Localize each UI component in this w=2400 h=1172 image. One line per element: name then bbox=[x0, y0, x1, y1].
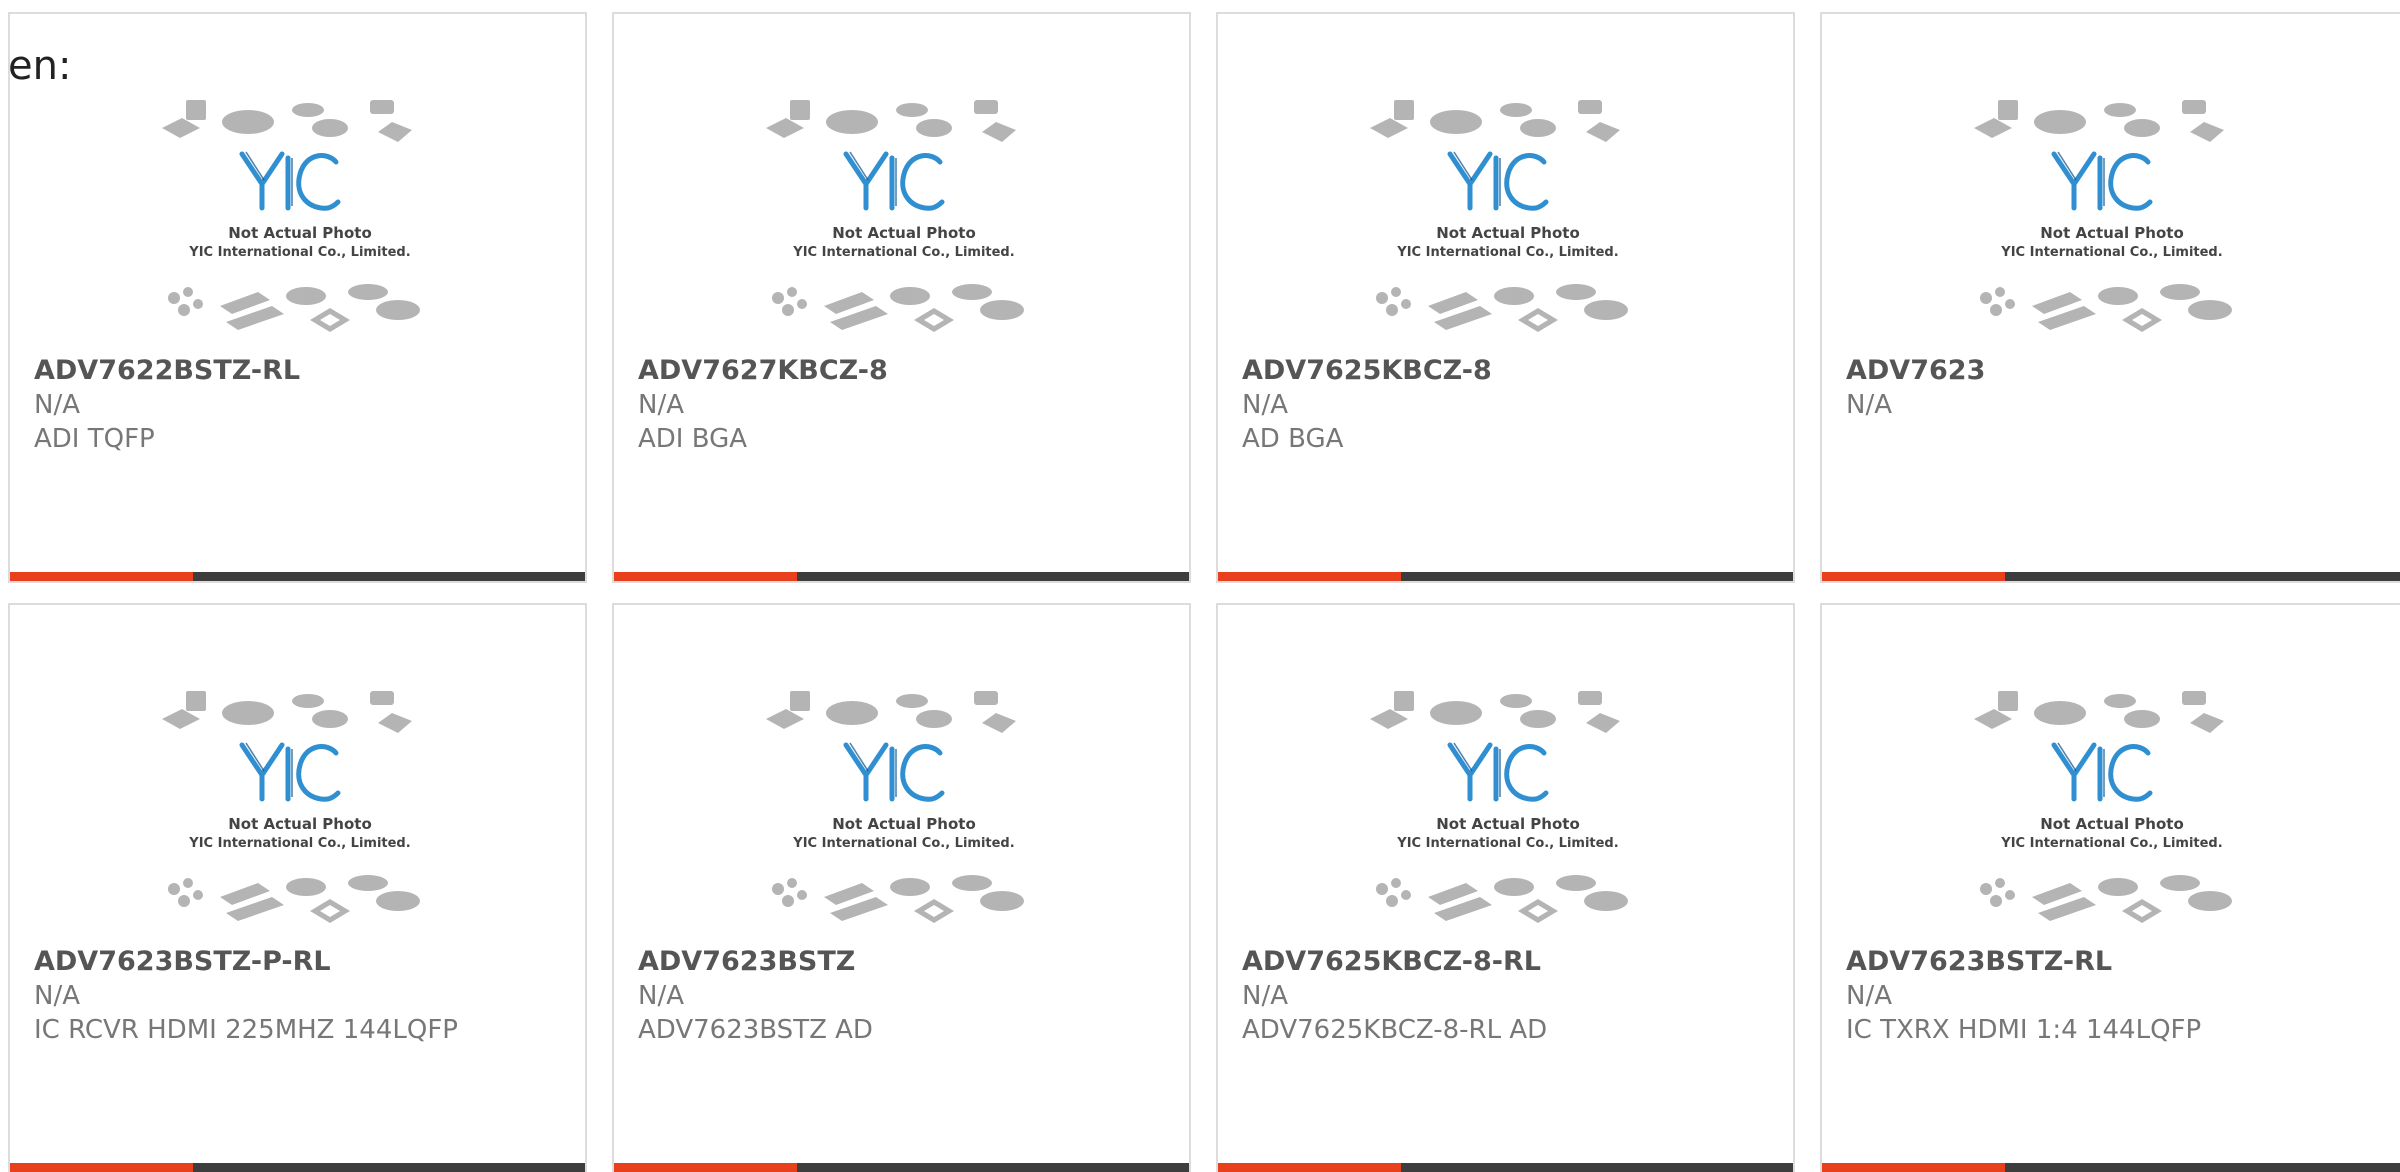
product-card[interactable]: Not Actual Photo YIC International Co., … bbox=[1820, 603, 2400, 1172]
product-photo-placeholder: Not Actual Photo YIC International Co., … bbox=[766, 100, 1024, 332]
product-photo-placeholder: Not Actual Photo YIC International Co., … bbox=[1370, 100, 1628, 332]
part-number-link[interactable]: ADV7623BSTZ-RL bbox=[1846, 945, 2112, 979]
part-description: ADV7625KBCZ-8-RL AD bbox=[1242, 1015, 1548, 1045]
part-number-link[interactable]: ADV7627KBCZ-8 bbox=[638, 354, 888, 388]
language-label: en: bbox=[8, 43, 72, 89]
stock-status: N/A bbox=[34, 390, 80, 420]
product-grid-page: en: Not Actual Photo YIC International C… bbox=[0, 0, 2400, 1172]
stock-status: N/A bbox=[34, 981, 80, 1011]
stock-status: N/A bbox=[1846, 390, 1892, 420]
card-bottom-bar bbox=[10, 572, 585, 581]
part-description: ADV7623BSTZ AD bbox=[638, 1015, 873, 1045]
product-image[interactable]: Not Actual Photo YIC International Co., … bbox=[160, 96, 440, 356]
product-card[interactable]: Not Actual Photo YIC International Co., … bbox=[8, 603, 587, 1172]
part-number-link[interactable]: ADV7625KBCZ-8 bbox=[1242, 354, 1492, 388]
not-actual-photo-text: Not Actual Photo bbox=[832, 815, 976, 833]
product-image[interactable]: Not Actual Photo YIC International Co., … bbox=[1368, 96, 1648, 356]
card-bottom-bar bbox=[614, 1163, 1189, 1172]
company-name-text: YIC International Co., Limited. bbox=[1396, 836, 1618, 851]
company-name-text: YIC International Co., Limited. bbox=[188, 245, 410, 260]
company-name-text: YIC International Co., Limited. bbox=[188, 836, 410, 851]
product-photo-placeholder: Not Actual Photo YIC International Co., … bbox=[162, 100, 420, 332]
product-image[interactable]: Not Actual Photo YIC International Co., … bbox=[764, 96, 1044, 356]
card-bottom-bar bbox=[1822, 1163, 2400, 1172]
stock-status: N/A bbox=[1846, 981, 1892, 1011]
product-card[interactable]: Not Actual Photo YIC International Co., … bbox=[1216, 603, 1795, 1172]
card-bottom-bar bbox=[1218, 572, 1793, 581]
card-accent-bar bbox=[1218, 1163, 1401, 1172]
product-image[interactable]: Not Actual Photo YIC International Co., … bbox=[1972, 687, 2252, 947]
card-accent-bar bbox=[1822, 572, 2005, 581]
card-accent-bar bbox=[1218, 572, 1401, 581]
product-photo-placeholder: Not Actual Photo YIC International Co., … bbox=[1370, 691, 1628, 923]
part-number-link[interactable]: ADV7623 bbox=[1846, 354, 1985, 388]
not-actual-photo-text: Not Actual Photo bbox=[2040, 815, 2184, 833]
company-name-text: YIC International Co., Limited. bbox=[792, 245, 1014, 260]
stock-status: N/A bbox=[1242, 981, 1288, 1011]
not-actual-photo-text: Not Actual Photo bbox=[2040, 224, 2184, 242]
card-bottom-bar bbox=[1218, 1163, 1793, 1172]
part-description: ADI BGA bbox=[638, 424, 748, 454]
product-image[interactable]: Not Actual Photo YIC International Co., … bbox=[1972, 96, 2252, 356]
part-number-link[interactable]: ADV7625KBCZ-8-RL bbox=[1242, 945, 1541, 979]
part-number-link[interactable]: ADV7623BSTZ bbox=[638, 945, 855, 979]
part-number-link[interactable]: ADV7622BSTZ-RL bbox=[34, 354, 300, 388]
part-description: AD BGA bbox=[1242, 424, 1344, 454]
product-image[interactable]: Not Actual Photo YIC International Co., … bbox=[764, 687, 1044, 947]
stock-status: N/A bbox=[1242, 390, 1288, 420]
not-actual-photo-text: Not Actual Photo bbox=[832, 224, 976, 242]
product-card[interactable]: Not Actual Photo YIC International Co., … bbox=[612, 12, 1191, 583]
part-description: IC RCVR HDMI 225MHZ 144LQFP bbox=[34, 1015, 458, 1045]
not-actual-photo-text: Not Actual Photo bbox=[228, 224, 372, 242]
card-bottom-bar bbox=[614, 572, 1189, 581]
company-name-text: YIC International Co., Limited. bbox=[792, 836, 1014, 851]
card-accent-bar bbox=[10, 572, 193, 581]
part-description: ADI TQFP bbox=[34, 424, 155, 454]
product-card[interactable]: Not Actual Photo YIC International Co., … bbox=[8, 12, 587, 583]
product-image[interactable]: Not Actual Photo YIC International Co., … bbox=[1368, 687, 1648, 947]
company-name-text: YIC International Co., Limited. bbox=[2000, 836, 2222, 851]
product-card[interactable]: Not Actual Photo YIC International Co., … bbox=[1216, 12, 1795, 583]
stock-status: N/A bbox=[638, 981, 684, 1011]
card-accent-bar bbox=[10, 1163, 193, 1172]
product-photo-placeholder: Not Actual Photo YIC International Co., … bbox=[1974, 100, 2232, 332]
product-photo-placeholder: Not Actual Photo YIC International Co., … bbox=[1974, 691, 2232, 923]
part-number-link[interactable]: ADV7623BSTZ-P-RL bbox=[34, 945, 331, 979]
not-actual-photo-text: Not Actual Photo bbox=[1436, 224, 1580, 242]
company-name-text: YIC International Co., Limited. bbox=[2000, 245, 2222, 260]
card-bottom-bar bbox=[1822, 572, 2400, 581]
product-image[interactable]: Not Actual Photo YIC International Co., … bbox=[160, 687, 440, 947]
product-photo-placeholder: Not Actual Photo YIC International Co., … bbox=[766, 691, 1024, 923]
product-card[interactable]: Not Actual Photo YIC International Co., … bbox=[612, 603, 1191, 1172]
card-accent-bar bbox=[614, 1163, 797, 1172]
card-accent-bar bbox=[614, 572, 797, 581]
stock-status: N/A bbox=[638, 390, 684, 420]
company-name-text: YIC International Co., Limited. bbox=[1396, 245, 1618, 260]
card-bottom-bar bbox=[10, 1163, 585, 1172]
part-description: IC TXRX HDMI 1:4 144LQFP bbox=[1846, 1015, 2202, 1045]
card-accent-bar bbox=[1822, 1163, 2005, 1172]
product-photo-placeholder: Not Actual Photo YIC International Co., … bbox=[162, 691, 420, 923]
not-actual-photo-text: Not Actual Photo bbox=[1436, 815, 1580, 833]
product-card[interactable]: Not Actual Photo YIC International Co., … bbox=[1820, 12, 2400, 583]
not-actual-photo-text: Not Actual Photo bbox=[228, 815, 372, 833]
